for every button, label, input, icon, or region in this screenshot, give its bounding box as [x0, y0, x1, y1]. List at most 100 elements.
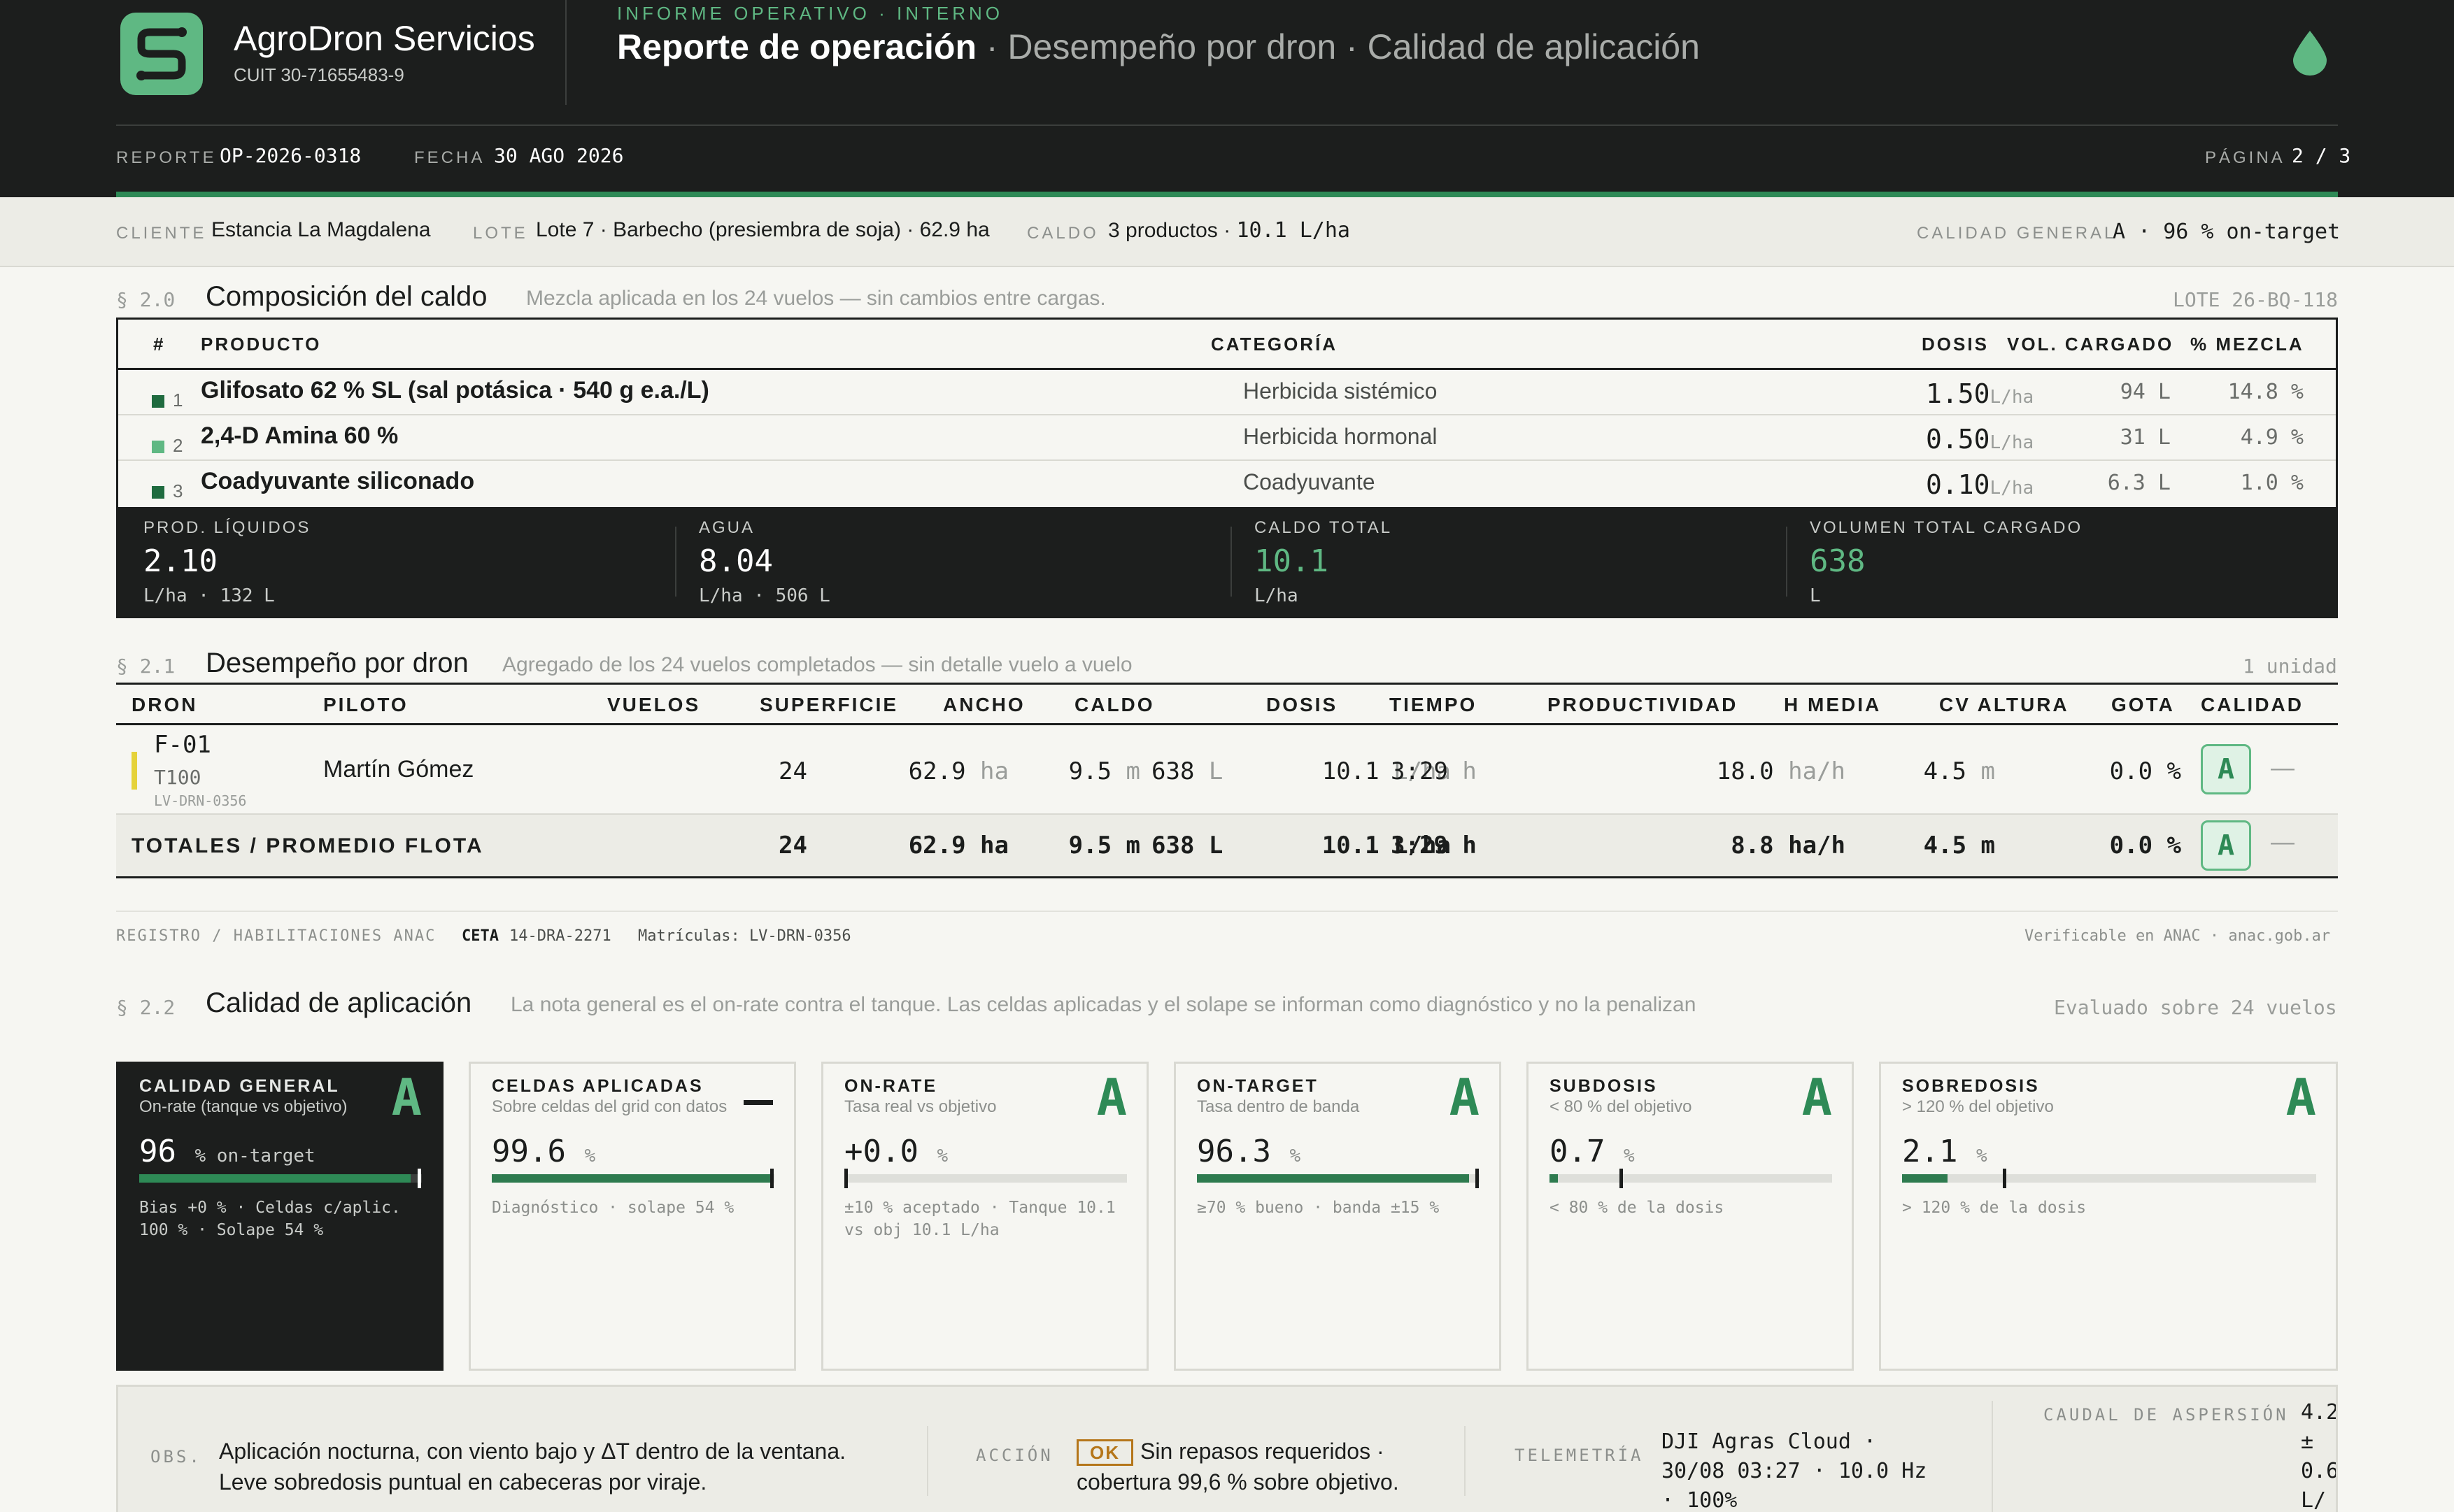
- card-subtitle: Sobre celdas del grid con datos: [492, 1097, 728, 1116]
- table-header: # PRODUCTO CATEGORÍA DOSIS VOL. CARGADO …: [118, 320, 2336, 370]
- header-divider: [565, 0, 567, 105]
- card-progress-track: [1549, 1169, 1832, 1188]
- drone-registration: LV-DRN-0356: [154, 792, 247, 809]
- section-number: § 2.0: [116, 288, 176, 311]
- quality-card-underdose: SUBDOSIS < 80 % del objetivo A 0.7 % < 8…: [1526, 1062, 1854, 1371]
- col-pilot: PILOTO: [323, 694, 409, 715]
- telemetry-text: DJI Agras Cloud · 30/08 03:27 · 10.0 Hz …: [1661, 1429, 1927, 1512]
- card-title: ON-RATE: [844, 1076, 938, 1096]
- col-area: SUPERFICIE: [760, 694, 899, 715]
- card-no-grade-dash: [744, 1100, 773, 1105]
- water-drop-icon: [2292, 29, 2328, 79]
- mix-rate: 10.1 L/ha: [1236, 218, 1350, 243]
- product-volume: 31 L: [2120, 425, 2171, 450]
- card-progress-fill: [492, 1174, 774, 1183]
- product-color-swatch: [152, 486, 164, 499]
- quality-grade-badge: A: [2201, 744, 2251, 794]
- card-progress-fill: [1197, 1174, 1470, 1183]
- col-product: PRODUCTO: [201, 334, 322, 355]
- general-quality-label: CALIDAD GENERAL: [1917, 224, 2117, 243]
- totals-productivity: 8.8 ha/h: [1731, 832, 1845, 860]
- summary-label: VOLUMEN TOTAL CARGADO: [1810, 518, 2083, 537]
- product-name: Coadyuvante siliconado: [201, 468, 475, 494]
- report-title: Reporte de operación · Desempeño por dro…: [617, 27, 1700, 67]
- totals-grade-badge: A: [2201, 820, 2251, 871]
- ceta-label: CETA: [462, 927, 499, 945]
- action-label: ACCIÓN: [976, 1446, 1054, 1465]
- summary-value: 8.04: [699, 543, 773, 579]
- obs-divider: [1464, 1426, 1466, 1496]
- totals-area: 62.9 ha: [908, 832, 1009, 860]
- report-title-main: Reporte de operación: [617, 27, 977, 66]
- action-text: OK Sin repasos requeridos · cobertura 99,…: [1077, 1439, 1399, 1495]
- height-value: 4.5 m: [1923, 757, 1995, 785]
- product-volume: 6.3 L: [2107, 471, 2171, 495]
- table-row: 1 Glifosato 62 % SL (sal potásica · 540 …: [118, 370, 2336, 415]
- col-volume: CALDO: [1074, 694, 1155, 715]
- drone-status-bar: [132, 752, 137, 790]
- col-num: #: [153, 334, 166, 355]
- obs-text: Aplicación nocturna, con viento bajo y Δ…: [219, 1439, 846, 1495]
- company-cuit: CUIT 30-71655483-9: [234, 64, 404, 85]
- col-height: H MEDIA: [1784, 694, 1882, 715]
- table-bottom-rule: [116, 876, 2338, 878]
- card-title: SOBREDOSIS: [1902, 1076, 2040, 1096]
- row-number: 2: [173, 435, 183, 456]
- section-number: § 2.2: [116, 996, 176, 1019]
- card-note: Diagnóstico · solape 54 %: [492, 1199, 735, 1217]
- summary-divider: [1786, 527, 1787, 597]
- card-progress-track: [492, 1169, 774, 1188]
- table-top-rule: [116, 683, 2338, 685]
- card-threshold-tick: [1619, 1169, 1623, 1188]
- card-target-tick: [1475, 1169, 1479, 1188]
- summary-unit: L/ha: [1254, 585, 1298, 606]
- col-category: CATEGORÍA: [1211, 334, 1338, 355]
- report-id-label: REPORTE: [116, 148, 217, 167]
- card-target-tick: [418, 1169, 421, 1188]
- totals-volume: 638 L: [1151, 832, 1224, 860]
- card-progress-track: [844, 1169, 1127, 1188]
- mix-label: CALDO: [1027, 224, 1099, 243]
- product-category: Herbicida hormonal: [1243, 424, 1438, 449]
- summary-label: CALDO TOTAL: [1254, 518, 1393, 537]
- report-id-value: OP-2026-0318: [220, 144, 362, 167]
- general-quality-value: A · 96 % on-target: [2113, 220, 2341, 244]
- company-name: AgroDron Servicios: [234, 19, 535, 58]
- card-grade: A: [1801, 1068, 1832, 1127]
- card-grade: A: [1096, 1068, 1127, 1127]
- observations-panel: OBS. Aplicación nocturna, con viento baj…: [116, 1385, 2338, 1512]
- card-title: ON-TARGET: [1197, 1076, 1319, 1096]
- context-bar: CLIENTE Estancia La Magdalena LOTE Lote …: [0, 197, 2454, 267]
- col-volume: VOL. CARGADO: [2007, 334, 2174, 355]
- summary-divider: [1230, 527, 1232, 597]
- page-label: PÁGINA: [2205, 148, 2285, 167]
- card-subtitle: Tasa dentro de banda: [1197, 1097, 1360, 1116]
- card-progress-fill: [1902, 1174, 1948, 1183]
- batch-number: LOTE 26-BQ-118: [2173, 288, 2339, 311]
- section-subtitle: Mezcla aplicada en los 24 vuelos — sin c…: [526, 287, 1106, 310]
- anac-verify-link[interactable]: Verificable en ANAC · anac.gob.ar: [2024, 927, 2330, 945]
- product-category: Herbicida sistémico: [1243, 378, 1438, 404]
- table-row: 2 2,4-D Amina 60 % Herbicida hormonal 0.…: [118, 415, 2336, 461]
- card-progress-track: [139, 1169, 422, 1188]
- card-progress-track: [1902, 1169, 2316, 1188]
- col-productivity: PRODUCTIVIDAD: [1547, 694, 1738, 715]
- product-name: Glifosato 62 % SL (sal potásica · 540 g …: [201, 377, 709, 404]
- row-number: 1: [173, 390, 183, 411]
- area-value: 62.9 ha: [908, 757, 1009, 785]
- card-note: Bias +0 % · Celdas c/aplic. 100 % · Solap…: [139, 1199, 401, 1239]
- summary-value: 10.1: [1254, 543, 1328, 579]
- registry-rule: [116, 911, 2338, 912]
- unit-count: 1 unidad: [2243, 655, 2337, 678]
- card-subtitle: > 120 % del objetivo: [1902, 1097, 2054, 1116]
- composition-table: # PRODUCTO CATEGORÍA DOSIS VOL. CARGADO …: [116, 318, 2338, 618]
- obs-label: OBS.: [150, 1447, 202, 1467]
- quality-card-cells: CELDAS APLICADAS Sobre celdas del grid c…: [469, 1062, 796, 1371]
- card-title: CALIDAD GENERAL: [139, 1076, 340, 1096]
- col-flights: VUELOS: [607, 694, 701, 715]
- quality-card-on-target: ON-TARGET Tasa dentro de banda A 96.3 % …: [1174, 1062, 1501, 1371]
- quality-card-on-rate: ON-RATE Tasa real vs objetivo A +0.0 % ±…: [821, 1062, 1149, 1371]
- report-date-label: FECHA: [414, 148, 485, 167]
- product-dose: 1.50L/ha: [1926, 378, 2034, 409]
- section-subtitle: Agregado de los 24 vuelos completados — …: [502, 653, 1133, 676]
